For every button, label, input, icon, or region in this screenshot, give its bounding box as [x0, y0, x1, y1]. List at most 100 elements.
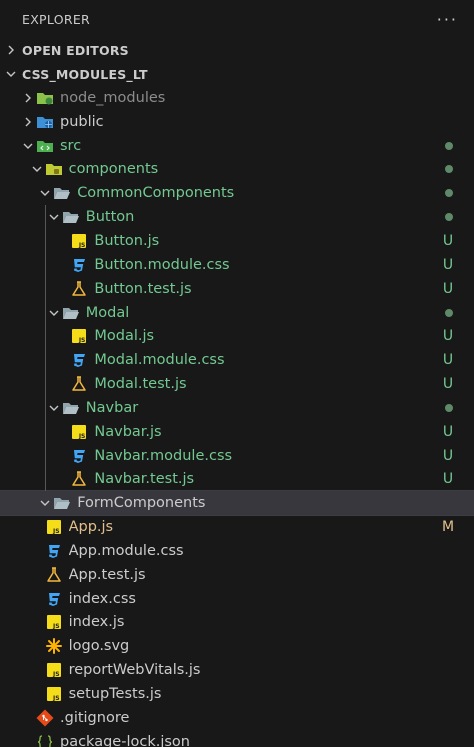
tree-item-label: Button.js	[94, 232, 160, 249]
file-row[interactable]: reportWebVitals.js	[0, 658, 474, 682]
folder-row[interactable]: node_modules	[0, 86, 474, 110]
tree-item-label: Navbar.test.js	[94, 471, 195, 488]
tree-item-label: Modal.module.css	[94, 352, 225, 369]
folder-row[interactable]: Button	[0, 205, 474, 229]
git-change-dot	[445, 141, 453, 150]
file-tree: node_modulespublic src components CommonCom…	[0, 86, 474, 747]
css-file-icon	[70, 447, 88, 465]
indent-guide	[45, 205, 47, 491]
tree-item-label: .gitignore	[60, 709, 130, 726]
chevron-right-icon	[20, 90, 36, 106]
file-row[interactable]: App.module.css	[0, 539, 474, 563]
chevron-right-icon	[20, 114, 36, 130]
tree-item-label: node_modules	[60, 89, 166, 106]
git-change-dot	[445, 308, 453, 317]
tree-item-label: setupTests.js	[68, 686, 162, 703]
file-row[interactable]: App.js M	[0, 515, 474, 539]
more-actions-icon[interactable]: ···	[437, 10, 458, 29]
tree-item-label: Modal	[85, 304, 130, 321]
file-row[interactable]: Navbar.js U	[0, 420, 474, 444]
chevron-down-icon	[46, 209, 62, 225]
js-file-icon	[45, 518, 63, 536]
js-file-icon	[70, 423, 88, 441]
file-row[interactable]: Modal.module.css U	[0, 348, 474, 372]
test-file-icon	[70, 375, 88, 393]
git-status-badge: U	[442, 376, 454, 393]
tree-item-label: package-lock.json	[60, 733, 190, 747]
folder-open-icon	[53, 184, 71, 202]
components-folder-icon	[45, 160, 63, 178]
folder-row[interactable]: FormComponents	[0, 490, 474, 517]
file-row[interactable]: index.js	[0, 611, 474, 635]
tree-item-label: Modal.test.js	[94, 376, 187, 393]
js-file-icon	[70, 327, 88, 345]
file-row[interactable]: Button.js U	[0, 229, 474, 253]
folder-row[interactable]: public	[0, 110, 474, 134]
folder-row[interactable]: components	[0, 158, 474, 182]
chevron-down-icon	[37, 185, 53, 201]
file-row[interactable]: Modal.js U	[0, 324, 474, 348]
tree-item-label: logo.svg	[68, 638, 130, 655]
chevron-down-icon	[29, 161, 45, 177]
public-folder-icon	[36, 113, 54, 131]
git-status-badge: M	[442, 519, 455, 536]
css-file-icon	[45, 590, 63, 608]
tree-item-label: public	[60, 113, 104, 130]
file-row[interactable]: Navbar.test.js U	[0, 468, 474, 492]
folder-open-icon	[53, 494, 71, 512]
open-editors-section[interactable]: OPEN EDITORS	[0, 38, 474, 62]
css-file-icon	[70, 256, 88, 274]
tree-item-label: Navbar	[85, 399, 139, 416]
file-row[interactable]: App.test.js	[0, 563, 474, 587]
js-file-icon	[45, 661, 63, 679]
folder-row[interactable]: Modal	[0, 301, 474, 325]
file-row[interactable]: index.css	[0, 587, 474, 611]
chevron-down-icon	[37, 495, 53, 511]
folder-open-icon	[62, 208, 80, 226]
tree-item-label: components	[68, 161, 159, 178]
node-folder-icon	[36, 89, 54, 107]
git-status-badge: U	[442, 423, 454, 440]
tree-item-label: index.css	[68, 590, 136, 607]
folder-open-icon	[62, 399, 80, 417]
tree-item-label: src	[60, 137, 82, 154]
tree-item-label: Modal.js	[94, 328, 155, 345]
file-row[interactable]: .gitignore	[0, 706, 474, 730]
explorer-title: EXPLORER	[22, 11, 91, 27]
chevron-down-icon	[46, 400, 62, 416]
file-row[interactable]: Navbar.module.css U	[0, 444, 474, 468]
file-row[interactable]: package-lock.json	[0, 730, 474, 747]
file-row[interactable]: Button.test.js U	[0, 277, 474, 301]
project-section[interactable]: CSS_MODULES_LT	[0, 62, 474, 86]
tree-item-label: FormComponents	[77, 495, 206, 512]
tree-item-label: Button.module.css	[94, 256, 230, 273]
folder-row[interactable]: src	[0, 134, 474, 158]
folder-row[interactable]: Navbar	[0, 396, 474, 420]
file-row[interactable]: Modal.test.js U	[0, 372, 474, 396]
js-file-icon	[45, 685, 63, 703]
file-row[interactable]: Button.module.css U	[0, 253, 474, 277]
test-file-icon	[45, 566, 63, 584]
tree-item-label: Navbar.module.css	[94, 447, 233, 464]
css-file-icon	[45, 542, 63, 560]
git-status-badge: U	[442, 232, 454, 249]
svg-file-icon	[45, 637, 63, 655]
tree-item-label: Button.test.js	[94, 280, 192, 297]
file-row[interactable]: logo.svg	[0, 634, 474, 658]
tree-item-label: App.module.css	[68, 542, 184, 559]
folder-row[interactable]: CommonComponents	[0, 181, 474, 205]
git-change-dot	[445, 403, 453, 412]
file-row[interactable]: setupTests.js	[0, 682, 474, 706]
src-folder-icon	[36, 137, 54, 155]
open-editors-label: OPEN EDITORS	[22, 42, 129, 58]
